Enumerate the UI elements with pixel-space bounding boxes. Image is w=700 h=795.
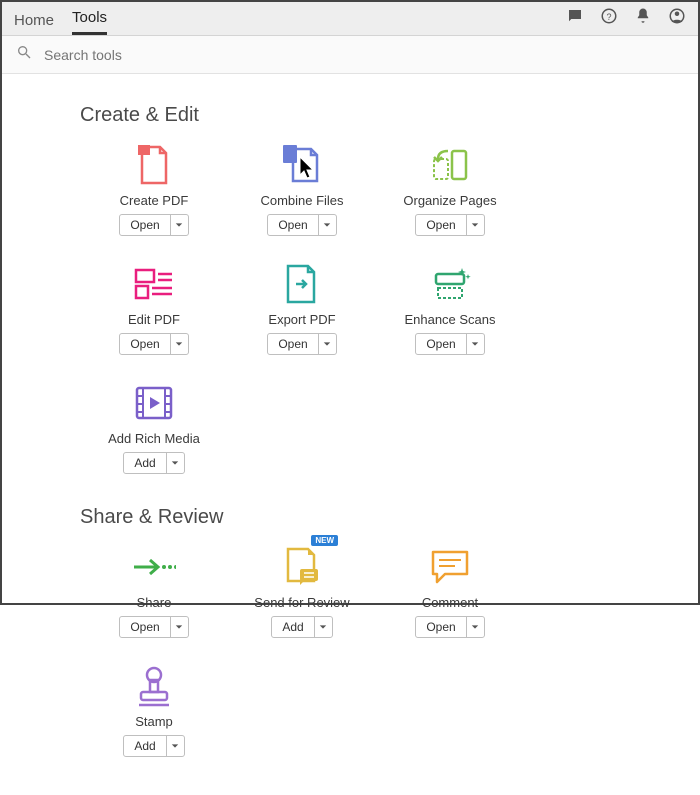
tool-share[interactable]: Share Open [80, 537, 228, 638]
tool-action-split-button[interactable]: Open [119, 214, 188, 236]
tool-label: Combine Files [260, 193, 343, 208]
tool-label: Create PDF [120, 193, 189, 208]
combine-files-icon [278, 141, 326, 189]
create-pdf-icon [130, 141, 178, 189]
tool-label: Comment [422, 595, 478, 610]
tab-home[interactable]: Home [14, 12, 54, 35]
tool-action-button[interactable]: Open [268, 215, 317, 235]
tool-create-pdf[interactable]: Create PDF Open [80, 135, 228, 236]
tool-action-split-button[interactable]: Add [123, 452, 184, 474]
tool-action-split-button[interactable]: Open [267, 214, 336, 236]
share-icon [130, 543, 178, 591]
tool-action-button[interactable]: Add [124, 453, 165, 473]
tool-action-dropdown[interactable] [170, 617, 188, 637]
tool-action-button[interactable]: Open [120, 617, 169, 637]
tool-enhance-scans[interactable]: Enhance Scans Open [376, 254, 524, 355]
organize-pages-icon [426, 141, 474, 189]
tool-combine-files[interactable]: Combine Files Open [228, 135, 376, 236]
grid-create-edit: Create PDF Open Combine Files Open Organ… [80, 135, 668, 492]
tool-label: Edit PDF [128, 312, 180, 327]
enhance-scans-icon [426, 260, 474, 308]
comment-icon [426, 543, 474, 591]
tool-action-dropdown[interactable] [318, 334, 336, 354]
tool-action-split-button[interactable]: Open [267, 333, 336, 355]
tool-action-button[interactable]: Open [120, 215, 169, 235]
bell-icon[interactable] [634, 7, 652, 30]
tool-action-dropdown[interactable] [314, 617, 332, 637]
tool-action-split-button[interactable]: Open [119, 616, 188, 638]
chat-icon[interactable] [566, 7, 584, 30]
tool-action-dropdown[interactable] [318, 215, 336, 235]
tool-action-split-button[interactable]: Add [271, 616, 332, 638]
edit-pdf-icon [130, 260, 178, 308]
tool-label: Enhance Scans [404, 312, 495, 327]
tool-label: Export PDF [268, 312, 335, 327]
section-title-create-edit: Create & Edit [80, 104, 668, 127]
stamp-icon [130, 662, 178, 710]
search-icon [16, 44, 32, 65]
tool-action-button[interactable]: Open [416, 215, 465, 235]
tool-action-button[interactable]: Open [268, 334, 317, 354]
tools-content: Create & Edit Create PDF Open Combine Fi… [2, 74, 698, 795]
new-badge: NEW [311, 535, 338, 546]
tool-action-split-button[interactable]: Open [415, 214, 484, 236]
send-for-review-icon [278, 543, 326, 591]
svg-text:?: ? [606, 12, 611, 22]
profile-icon[interactable] [668, 7, 686, 30]
tool-comment[interactable]: Comment Open [376, 537, 524, 638]
tool-action-button[interactable]: Add [124, 736, 165, 756]
help-icon[interactable]: ? [600, 7, 618, 30]
tool-label: Share [137, 595, 172, 610]
tool-action-split-button[interactable]: Open [415, 616, 484, 638]
export-pdf-icon [278, 260, 326, 308]
search-bar [2, 36, 698, 74]
section-title-share-review: Share & Review [80, 506, 668, 529]
tool-action-button[interactable]: Add [272, 617, 313, 637]
tool-edit-pdf[interactable]: Edit PDF Open [80, 254, 228, 355]
tool-action-dropdown[interactable] [466, 617, 484, 637]
tool-label: Add Rich Media [108, 431, 200, 446]
grid-share-review: Share Open NEW Send for Review Add Comme… [80, 537, 668, 775]
tool-action-dropdown[interactable] [166, 736, 184, 756]
tool-action-dropdown[interactable] [466, 215, 484, 235]
tool-action-dropdown[interactable] [166, 453, 184, 473]
search-input[interactable] [42, 46, 342, 64]
tool-action-split-button[interactable]: Open [119, 333, 188, 355]
tool-action-button[interactable]: Open [120, 334, 169, 354]
tool-action-dropdown[interactable] [170, 215, 188, 235]
tool-action-dropdown[interactable] [170, 334, 188, 354]
tool-send-for-review[interactable]: NEW Send for Review Add [228, 537, 376, 638]
tool-action-split-button[interactable]: Open [415, 333, 484, 355]
tool-stamp[interactable]: Stamp Add [80, 656, 228, 757]
tab-strip: Home Tools [14, 2, 107, 35]
tool-action-dropdown[interactable] [466, 334, 484, 354]
tool-action-button[interactable]: Open [416, 617, 465, 637]
tool-label: Send for Review [254, 595, 349, 610]
tool-label: Organize Pages [403, 193, 496, 208]
tool-export-pdf[interactable]: Export PDF Open [228, 254, 376, 355]
tab-tools[interactable]: Tools [72, 9, 107, 35]
tool-add-rich-media[interactable]: Add Rich Media Add [80, 373, 228, 474]
top-right-icons: ? [566, 7, 686, 30]
tool-action-split-button[interactable]: Add [123, 735, 184, 757]
tool-organize-pages[interactable]: Organize Pages Open [376, 135, 524, 236]
add-rich-media-icon [130, 379, 178, 427]
tool-label: Stamp [135, 714, 173, 729]
top-bar: Home Tools ? [2, 2, 698, 36]
tool-action-button[interactable]: Open [416, 334, 465, 354]
